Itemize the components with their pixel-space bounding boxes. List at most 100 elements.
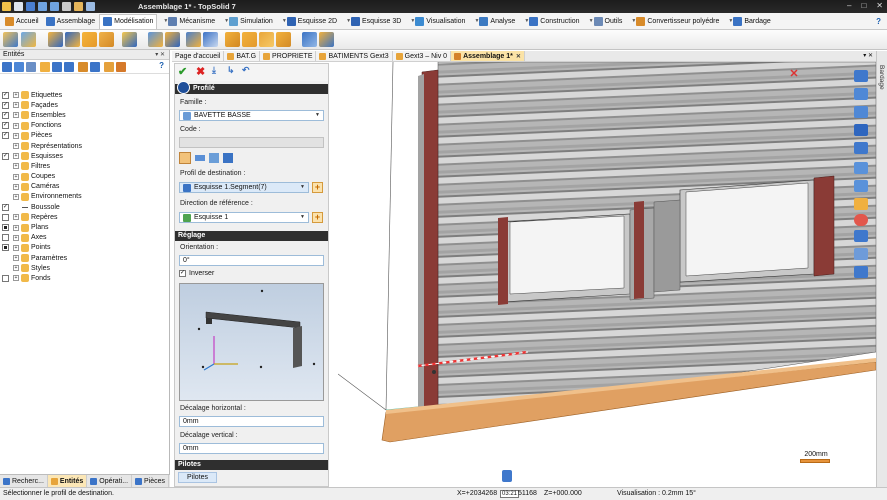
minimize-button[interactable]: – <box>847 1 851 10</box>
menu-tab-esquisse-3d[interactable]: ▼ Esquisse 3D <box>341 14 404 29</box>
pattern-icon[interactable] <box>302 32 317 47</box>
tree-item-reperes[interactable]: + Repères <box>0 212 168 222</box>
view-search-icon[interactable] <box>854 162 868 174</box>
tree-item-axes[interactable]: + Axes <box>0 233 168 243</box>
pen-tool-icon[interactable] <box>21 32 36 47</box>
visibility-checkbox[interactable]: ✓ <box>2 152 9 160</box>
orientation-input[interactable]: 0° <box>179 255 324 266</box>
filter-icon[interactable] <box>2 62 12 72</box>
doc-tab-batiments[interactable]: BATIMENTS Gext3 <box>316 51 393 61</box>
ok-check-icon[interactable]: ✔ <box>178 65 187 78</box>
expand-icon[interactable]: + <box>13 255 19 262</box>
spring-icon[interactable] <box>122 32 137 47</box>
menu-tab-accueil[interactable]: Accueil <box>2 14 42 29</box>
tree-item-ensembles[interactable]: ✓ + Ensembles <box>0 110 168 120</box>
vertical-frame-right[interactable] <box>813 175 835 277</box>
expand-icon[interactable]: + <box>13 132 19 139</box>
expand-icon[interactable]: + <box>13 214 19 221</box>
tree-item-boussole[interactable]: ✓ Boussole <box>0 202 168 212</box>
panel-pin-close-icon[interactable]: ▾ ✕ <box>155 50 165 60</box>
visibility-checkbox[interactable]: ✓ <box>2 91 9 99</box>
cancel-x-icon[interactable]: ✖ <box>196 65 205 78</box>
profil-destination-select[interactable]: Esquisse 1.Segment(7) ▼ <box>179 182 309 193</box>
stamp-icon[interactable] <box>186 32 201 47</box>
tree-item-environnements[interactable]: + Environnements <box>0 192 168 202</box>
shape-icon[interactable] <box>148 32 163 47</box>
view-color-icon[interactable] <box>854 214 868 226</box>
tree-expand-icon[interactable] <box>26 62 36 72</box>
expand-icon[interactable]: + <box>13 224 19 231</box>
shell-icon[interactable] <box>225 32 240 47</box>
expand-icon[interactable]: + <box>13 102 19 109</box>
tree-item-etiquettes[interactable]: ✓ + Etiquettes <box>0 90 168 100</box>
sketch-tool-icon[interactable] <box>3 32 18 47</box>
maximize-button[interactable]: □ <box>861 1 866 10</box>
pilotes-section-header[interactable]: Pilotes <box>175 460 328 470</box>
customize-icon[interactable] <box>86 2 95 11</box>
view-settings-icon[interactable] <box>854 266 868 278</box>
menu-tab-mecanisme[interactable]: ▼ Mécanisme <box>158 14 218 29</box>
tree-item-facades[interactable]: ✓ + Façades <box>0 100 168 110</box>
visibility-checkbox[interactable]: ✓ <box>2 111 9 119</box>
color-icon[interactable] <box>104 62 114 72</box>
draft-icon[interactable] <box>242 32 257 47</box>
view-front-icon[interactable] <box>854 70 868 82</box>
inverser-checkbox[interactable]: ✓ <box>179 270 186 277</box>
code-field[interactable] <box>179 137 324 148</box>
famille-select[interactable]: BAVETTE BASSE ▼ <box>179 110 324 121</box>
view-zoom-icon[interactable] <box>854 124 868 136</box>
expand-icon[interactable]: + <box>13 153 19 160</box>
visibility-checkbox[interactable] <box>2 234 9 242</box>
tree-item-cameras[interactable]: + Caméras <box>0 182 168 192</box>
tab-entites[interactable]: Entités <box>47 475 88 487</box>
extrude-icon[interactable] <box>48 32 63 47</box>
trihedron-icon[interactable] <box>502 470 512 482</box>
new-document-icon[interactable] <box>14 2 23 11</box>
expand-icon[interactable]: + <box>13 92 19 99</box>
bardage-dock-tab[interactable]: Bardage <box>878 65 885 90</box>
doc-tabs-menu-icon[interactable]: ▾ ✕ <box>863 51 873 61</box>
decalage-h-input[interactable]: 0mm <box>179 416 324 427</box>
visibility-checkbox[interactable]: ✓ <box>2 203 9 211</box>
menu-tab-construction[interactable]: ▼ Construction <box>519 14 582 29</box>
grid-icon[interactable] <box>90 62 100 72</box>
redo-icon[interactable] <box>50 2 59 11</box>
help-button[interactable]: ? <box>876 17 881 26</box>
expand-icon[interactable]: + <box>13 143 19 150</box>
menu-tab-visualisation[interactable]: ▼ Visualisation <box>405 14 468 29</box>
visibility-checkbox[interactable] <box>2 244 9 252</box>
expand-icon[interactable]: + <box>13 183 19 190</box>
view-camera-icon[interactable] <box>854 248 868 260</box>
visibility-checkbox[interactable]: ✓ <box>2 132 9 140</box>
sort-icon[interactable] <box>78 62 88 72</box>
visibility-checkbox[interactable]: ✓ <box>2 101 9 109</box>
tree-item-styles[interactable]: + Styles <box>0 263 168 273</box>
menu-tab-assemblage[interactable]: Assemblage <box>43 14 99 29</box>
menu-tab-bardage[interactable]: ▼ Bardage <box>723 14 773 29</box>
chamfer-icon[interactable] <box>276 32 291 47</box>
menu-tab-esquisse-2d[interactable]: ▼ Esquisse 2D <box>277 14 340 29</box>
menu-tab-analyse[interactable]: ▼ Analyse <box>469 14 518 29</box>
expand-icon[interactable]: + <box>13 275 19 282</box>
fillet-icon[interactable] <box>259 32 274 47</box>
tree-item-parametres[interactable]: + Paramètres <box>0 253 168 263</box>
coordinate-mode-box[interactable]: 03:21 <box>500 490 520 498</box>
decalage-v-input[interactable]: 0mm <box>179 443 324 454</box>
tree-item-esquisses[interactable]: ✓ + Esquisses <box>0 151 168 161</box>
profile-lib-icon[interactable] <box>223 153 233 163</box>
print-icon[interactable] <box>62 2 71 11</box>
visibility-checkbox[interactable] <box>2 224 9 232</box>
point-tool-icon[interactable] <box>195 155 205 161</box>
tree-item-pieces[interactable]: ✓ + Pièces <box>0 131 168 141</box>
tree-item-fonds[interactable]: + Fonds <box>0 273 168 283</box>
settings-icon[interactable] <box>116 62 126 72</box>
expand-icon[interactable]: + <box>13 265 19 272</box>
show-icon[interactable] <box>14 62 24 72</box>
expand-icon[interactable]: + <box>13 244 19 251</box>
tab-pieces[interactable]: Pièces <box>132 475 170 487</box>
expand-icon[interactable]: + <box>13 193 19 200</box>
tree-item-representations[interactable]: + Représentations <box>0 141 168 151</box>
add-direction-button[interactable]: + <box>312 212 323 223</box>
add-profil-button[interactable]: + <box>312 182 323 193</box>
expand-icon[interactable]: + <box>13 163 19 170</box>
